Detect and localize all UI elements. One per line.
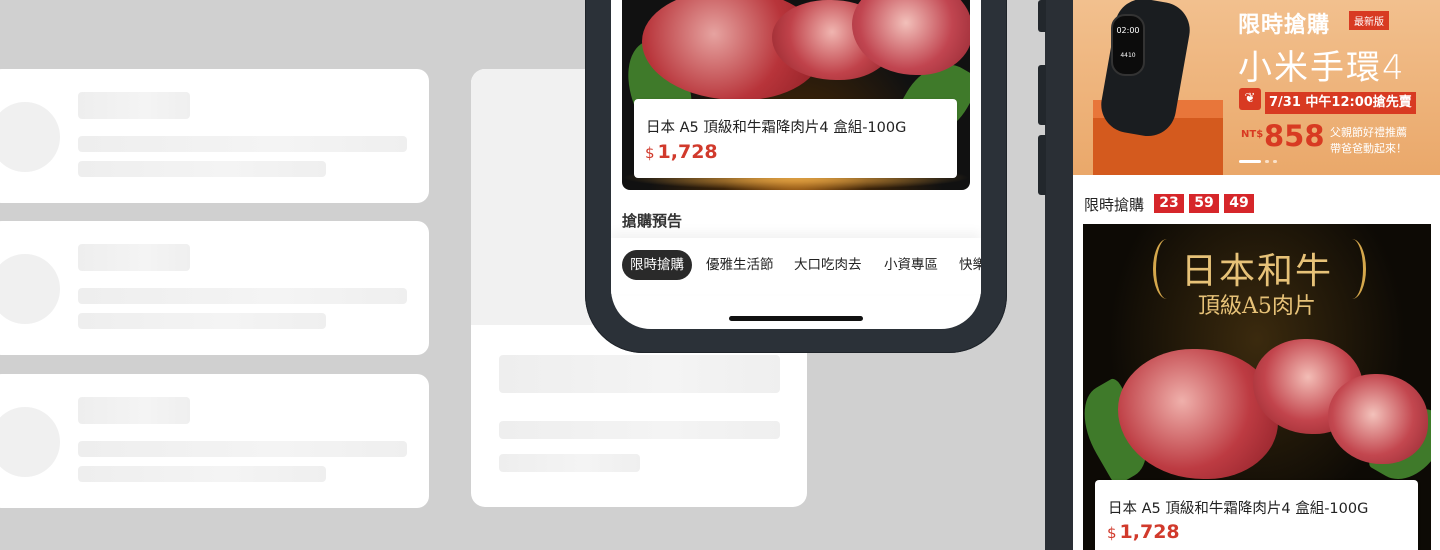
flash-sale-label: 限時搶購 xyxy=(1084,196,1145,214)
product-info-card[interactable]: 日本 A5 頂級和牛霜降肉片4 盒組-100G $1,728 xyxy=(634,99,957,178)
tab-happy[interactable]: 快樂 xyxy=(959,250,981,280)
carousel-dot[interactable] xyxy=(1273,160,1277,163)
band-sub: 4410 xyxy=(1120,52,1136,59)
product-info-card[interactable]: 日本 A5 頂級和牛霜降肉片4 盒組-100G $1,728 xyxy=(1095,480,1418,550)
skeleton-card xyxy=(0,69,429,203)
skeleton-card xyxy=(0,374,429,508)
product-name: 日本 A5 頂級和牛霜降肉片4 盒組-100G xyxy=(646,120,907,136)
phone-screen: 日本 A5 頂級和牛霜降肉片4 盒組-100G $1,728 搶購預告 限時搶購… xyxy=(611,0,981,329)
phone-screen-right: 02:00 4410 限時搶購 最新版 小米手環4 ❦ 7/31 中午12:00… xyxy=(1073,0,1440,550)
tab-elegant-life[interactable]: 優雅生活節 xyxy=(706,250,774,280)
band-time: 02:00 xyxy=(1116,26,1140,35)
banner-tagline-1: 父親節好禮推薦 xyxy=(1330,126,1407,139)
price-value: 1,728 xyxy=(657,141,718,163)
home-indicator[interactable] xyxy=(729,316,863,321)
banner-headline: 限時搶購 xyxy=(1238,13,1331,38)
banner-price: 858 xyxy=(1264,119,1325,153)
product-price: $1,728 xyxy=(645,141,718,163)
countdown-minutes: 59 xyxy=(1189,194,1219,213)
side-button xyxy=(1038,65,1046,125)
skeleton-line xyxy=(78,161,326,177)
skeleton-line xyxy=(78,244,190,271)
skeleton-avatar xyxy=(0,102,60,172)
skeleton-line xyxy=(78,92,190,119)
tab-limited-sale[interactable]: 限時搶購 xyxy=(622,250,692,280)
skeleton-line xyxy=(78,466,326,482)
currency-symbol: $ xyxy=(1107,524,1117,542)
skeleton-line xyxy=(78,313,326,329)
category-tabs: 限時搶購 優雅生活節 大口吃肉去 小資專區 快樂 xyxy=(611,238,981,294)
carousel-dot-active[interactable] xyxy=(1239,160,1261,163)
gift-icon: ❦ xyxy=(1239,88,1261,110)
skeleton-line xyxy=(78,441,407,457)
countdown-hours: 23 xyxy=(1154,194,1184,213)
product-price: $1,728 xyxy=(1107,521,1180,543)
banner-tagline-2: 帶爸爸動起來！ xyxy=(1330,142,1407,155)
hero-title: 日本和牛 xyxy=(1180,251,1333,292)
skeleton-line xyxy=(78,136,407,152)
skeleton-line xyxy=(78,288,407,304)
skeleton-line xyxy=(499,355,780,393)
promo-banner[interactable]: 02:00 4410 限時搶購 最新版 小米手環4 ❦ 7/31 中午12:00… xyxy=(1073,0,1440,175)
band-display: 02:00 4410 xyxy=(1111,14,1145,76)
price-value: 1,728 xyxy=(1119,521,1180,543)
skeleton-card xyxy=(0,221,429,355)
skeleton-avatar xyxy=(0,407,60,477)
countdown-seconds: 49 xyxy=(1224,194,1254,213)
tab-eat-meat[interactable]: 大口吃肉去 xyxy=(794,250,862,280)
skeleton-line xyxy=(499,421,780,439)
section-title: 搶購預告 xyxy=(622,212,683,230)
banner-badge: 最新版 xyxy=(1349,11,1389,30)
skeleton-line xyxy=(78,397,190,424)
phone-frame-right xyxy=(1045,0,1073,550)
currency-symbol: $ xyxy=(645,144,655,162)
hero-subtitle: 頂級A5肉片 xyxy=(1198,294,1316,319)
banner-date: 7/31 中午12:00搶先賣 xyxy=(1265,92,1416,114)
side-button xyxy=(1038,0,1046,32)
carousel-dot[interactable] xyxy=(1265,160,1269,163)
skeleton-line xyxy=(499,454,640,472)
skeleton-avatar xyxy=(0,254,60,324)
side-button xyxy=(1038,135,1046,195)
product-name: 日本 A5 頂級和牛霜降肉片4 盒組-100G xyxy=(1108,501,1369,517)
tab-budget[interactable]: 小資專區 xyxy=(884,250,938,280)
banner-price-prefix: NT$ xyxy=(1241,129,1264,140)
banner-product: 小米手環4 xyxy=(1238,48,1406,88)
